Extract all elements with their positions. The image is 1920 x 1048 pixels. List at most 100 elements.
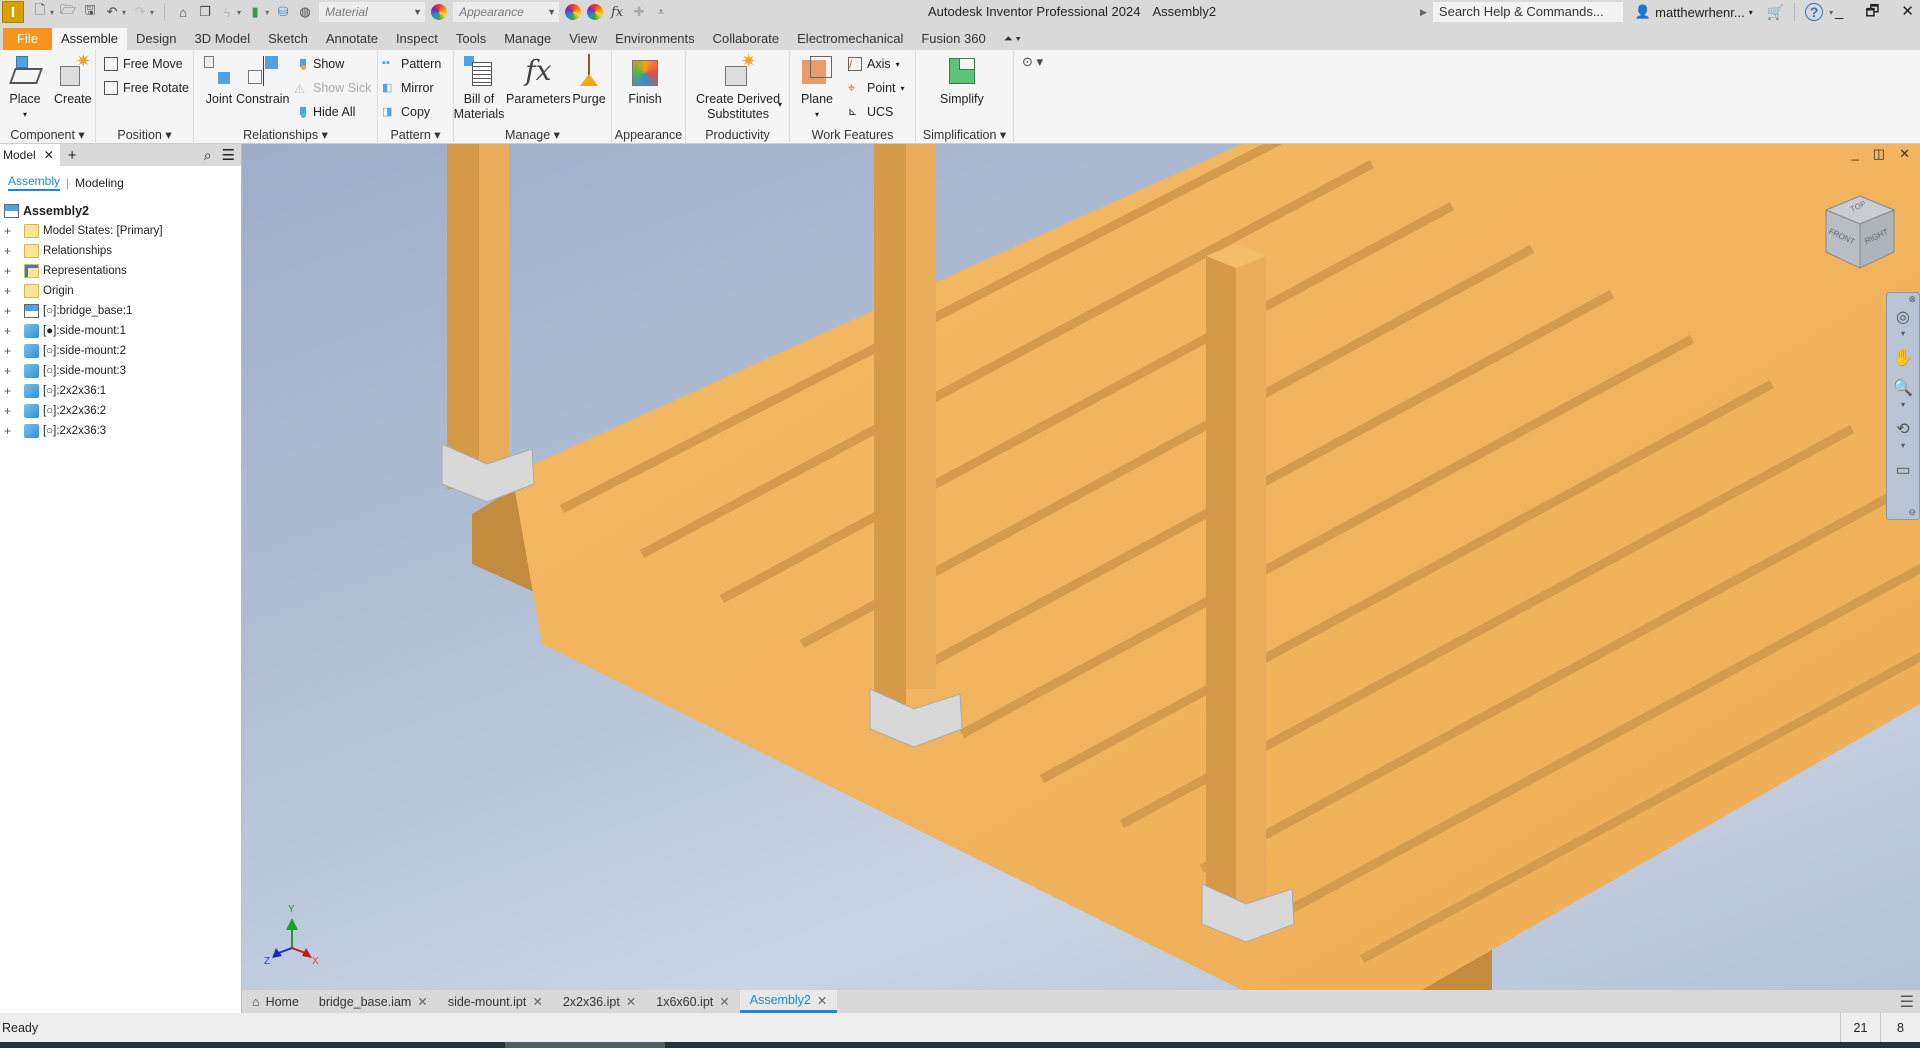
viewport-tile-icon[interactable]: ◫ [1873, 146, 1885, 162]
mirror-button[interactable]: ◧ Mirror [382, 78, 434, 98]
panel-label-simplification[interactable]: Simplification ▾ [916, 127, 1013, 142]
subtab-modeling[interactable]: Modeling [75, 176, 124, 190]
tab-collaborate[interactable]: Collaborate [704, 28, 789, 50]
new-file-icon[interactable]: 🗋 [32, 2, 48, 20]
tree-node[interactable]: + [○]:side-mount:2 [0, 341, 241, 361]
select-priority-icon[interactable]: ▮ [247, 4, 263, 20]
subtab-assembly[interactable]: Assembly [8, 174, 61, 191]
appearance-dropdown[interactable]: Appearance ▼ [453, 2, 560, 22]
create-derived-substitutes-button[interactable]: ✷ Create Derived Substitutes [696, 52, 780, 122]
panel-label-pattern[interactable]: Pattern ▾ [378, 127, 453, 142]
update-dropdown-icon[interactable]: ▾ [237, 8, 241, 17]
panel-label-position[interactable]: Position ▾ [96, 127, 193, 142]
finish-button[interactable]: Finish [628, 54, 662, 107]
parameters-fx-icon[interactable]: fx [609, 4, 625, 20]
expand-icon[interactable]: + [4, 424, 14, 438]
select-dropdown-icon[interactable]: ▾ [265, 8, 269, 17]
free-rotate-button[interactable]: Free Rotate [104, 78, 189, 98]
tree-node[interactable]: + Origin [0, 281, 241, 301]
show-sick-button[interactable]: ⚠ Show Sick [294, 78, 371, 98]
close-icon[interactable]: ✕ [417, 994, 427, 1009]
show-button[interactable]: Show [294, 54, 344, 74]
chevron-down-icon[interactable]: ▾ [1901, 441, 1905, 450]
tree-node[interactable]: + Relationships [0, 241, 241, 261]
expand-icon[interactable]: + [4, 384, 14, 398]
ilogic-icon[interactable]: ⛁ [275, 4, 291, 20]
expand-icon[interactable]: + [4, 364, 14, 378]
tab-sketch[interactable]: Sketch [259, 28, 317, 50]
ribbon-options-icon[interactable]: ⊙ ▾ [1022, 54, 1043, 70]
taskbar-active-app[interactable] [505, 1042, 665, 1048]
panel-label-component[interactable]: Component ▾ [0, 127, 95, 142]
doc-tab-home[interactable]: ⌂ Home [242, 990, 309, 1013]
tree-node[interactable]: + [○]:2x2x36:2 [0, 401, 241, 421]
look-at-icon[interactable]: ▭ [1895, 460, 1910, 480]
close-icon[interactable]: ✕ [626, 994, 636, 1009]
undo-dropdown-icon[interactable]: ▾ [122, 8, 126, 17]
tree-node[interactable]: + [○]:2x2x36:1 [0, 381, 241, 401]
save-icon[interactable]: 🖫 [82, 2, 98, 20]
expand-icon[interactable]: + [4, 224, 14, 238]
chevron-down-icon[interactable]: ▾ [1901, 329, 1905, 338]
expand-icon[interactable]: + [4, 324, 14, 338]
add-tab-icon[interactable]: + [68, 147, 77, 164]
home-icon[interactable]: ⌂ [175, 4, 191, 20]
ribbon-display-toggle[interactable]: ⏶ ▾ [995, 28, 1030, 50]
customize-icon[interactable]: ⊖ [1908, 507, 1916, 518]
viewport-minimize-icon[interactable]: _ [1852, 146, 1859, 162]
place-button[interactable]: Place ▾ [8, 54, 43, 122]
cart-icon[interactable]: 🛒 [1767, 4, 1784, 21]
tab-inspect[interactable]: Inspect [387, 28, 447, 50]
menu-icon[interactable]: ☰ [222, 146, 235, 164]
material-dropdown[interactable]: Material ▼ [319, 2, 426, 22]
tab-tools[interactable]: Tools [447, 28, 495, 50]
expand-icon[interactable]: + [4, 304, 14, 318]
purge-button[interactable]: Purge [572, 54, 606, 107]
undo-icon[interactable]: ↶ [104, 4, 120, 20]
tab-model[interactable]: Model ✕ [0, 144, 60, 166]
close-icon[interactable]: ✕ [532, 994, 542, 1009]
close-icon[interactable]: ✕ [44, 148, 54, 162]
tree-node[interactable]: + [●]:side-mount:1 [0, 321, 241, 341]
add-icon[interactable]: ✚ [631, 4, 647, 20]
parameters-button[interactable]: fx Parameters [506, 54, 571, 107]
joint-button[interactable]: Joint [202, 54, 236, 107]
redo-icon[interactable]: ↷ [132, 4, 148, 20]
close-icon[interactable]: ✕ [719, 994, 729, 1009]
new-dropdown-icon[interactable]: ▾ [50, 8, 54, 17]
tab-manage[interactable]: Manage [495, 28, 560, 50]
create-button[interactable]: ✷ Create [54, 52, 92, 107]
hide-all-button[interactable]: Hide All [294, 102, 355, 122]
expand-icon[interactable]: + [4, 344, 14, 358]
tree-node[interactable]: + Representations [0, 261, 241, 281]
expand-icon[interactable]: + [4, 284, 14, 298]
material-checker-icon[interactable]: ◍ [297, 4, 313, 20]
tree-root[interactable]: Assembly2 [0, 201, 241, 221]
free-move-button[interactable]: Free Move [104, 54, 183, 74]
close-icon[interactable]: ⊗ [1908, 294, 1916, 305]
doc-tab[interactable]: bridge_base.iam ✕ [309, 990, 438, 1013]
tab-3d-model[interactable]: 3D Model [186, 28, 260, 50]
project-icon[interactable]: ❐ [197, 4, 213, 20]
help-icon[interactable]: ? [1805, 3, 1824, 21]
redo-dropdown-icon[interactable]: ▾ [150, 8, 154, 17]
orbit-icon[interactable]: ⟲ [1896, 419, 1909, 439]
help-search-input[interactable]: Search Help & Commands... [1432, 2, 1623, 22]
expand-arrow-icon[interactable]: ▶ [1420, 7, 1427, 18]
expand-icon[interactable]: + [4, 244, 14, 258]
panel-label-manage[interactable]: Manage ▾ [454, 127, 611, 142]
adjust-appearance-icon[interactable] [565, 4, 582, 20]
tree-node[interactable]: + [○]:2x2x36:3 [0, 421, 241, 441]
close-button[interactable]: ✕ [1901, 0, 1914, 24]
tree-node[interactable]: + Model States: [Primary] [0, 221, 241, 241]
graphics-viewport[interactable]: _ ◫ ✕ TOP FRONT RIGHT ⊗ ◎ ▾ ✋ 🔍 ▾ ⟲ ▾ ▭ … [242, 144, 1920, 990]
point-button[interactable]: ⌖ Point ▾ [848, 78, 905, 98]
simplify-button[interactable]: Simplify [940, 54, 984, 107]
tab-assemble[interactable]: Assemble [51, 28, 128, 50]
tab-annotate[interactable]: Annotate [317, 28, 387, 50]
chevron-down-icon[interactable]: ▾ [1829, 8, 1833, 17]
close-icon[interactable]: ✕ [817, 993, 827, 1008]
inventor-logo[interactable]: I [2, 1, 24, 23]
user-account[interactable]: 👤 matthewrhenr... ▾ [1635, 4, 1753, 20]
viewcube[interactable]: TOP FRONT RIGHT [1822, 192, 1898, 272]
